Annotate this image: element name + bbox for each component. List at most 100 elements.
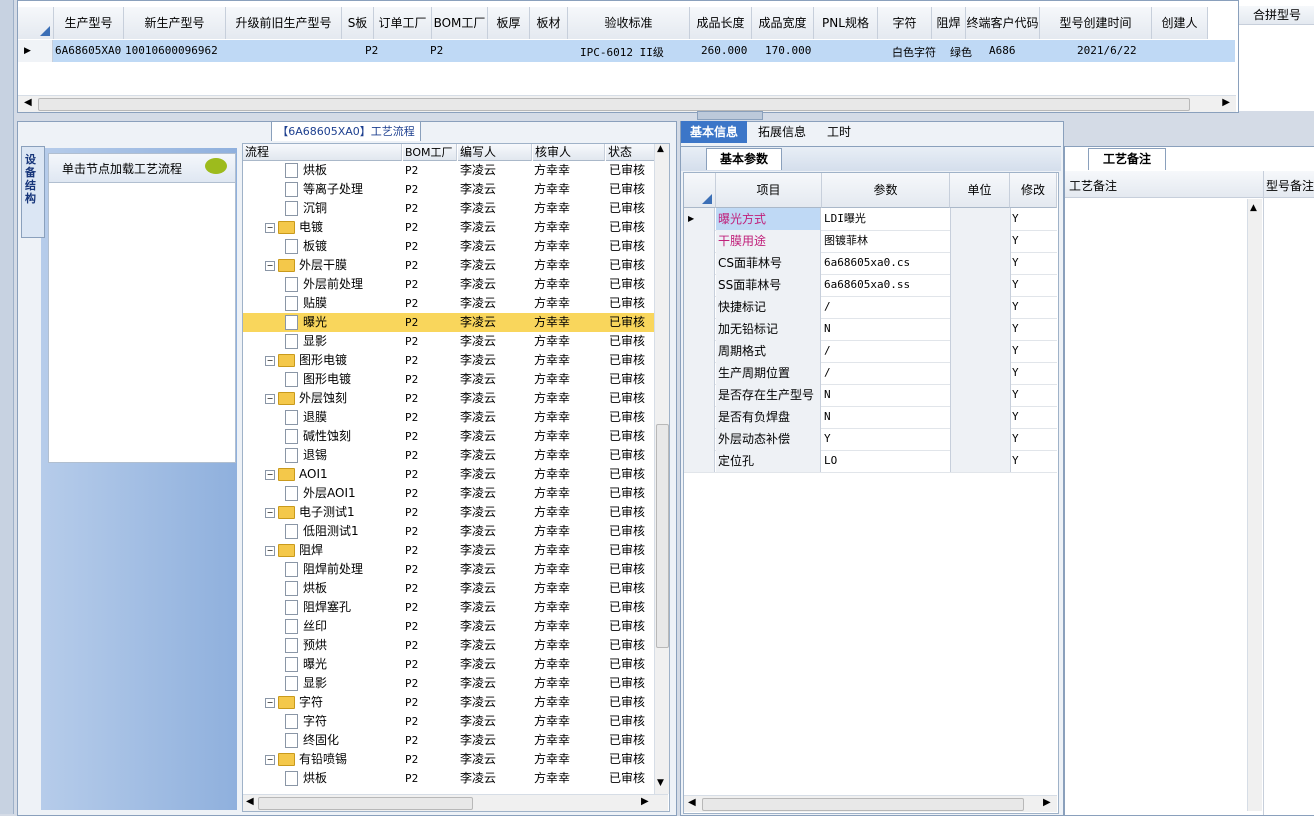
tree-node[interactable]: 外层前处理 P2 李凌云 方幸幸 已审核: [243, 275, 655, 294]
tree-node[interactable]: 字符 P2 李凌云 方幸幸 已审核: [243, 712, 655, 731]
param-value[interactable]: LDI曝光: [824, 208, 948, 230]
param-value[interactable]: /: [824, 340, 948, 362]
tree-node[interactable]: − 阻焊 P2 李凌云 方幸幸 已审核: [243, 541, 655, 560]
tab-basic-info[interactable]: 基本信息: [681, 121, 747, 143]
scroll-left-icon[interactable]: ◀: [246, 796, 254, 807]
tab-equipment-structure[interactable]: 设备结构: [21, 146, 45, 238]
column-header[interactable]: 成品宽度: [752, 7, 814, 39]
param-value[interactable]: N: [824, 406, 948, 428]
params-column-header[interactable]: 单位: [950, 173, 1010, 208]
tab-work-hours[interactable]: 工时: [818, 121, 860, 143]
tree-column-header[interactable]: 核审人: [533, 144, 605, 161]
collapse-icon[interactable]: −: [265, 754, 275, 765]
params-column-header[interactable]: 参数: [822, 173, 950, 208]
column-header[interactable]: 型号创建时间: [1040, 7, 1152, 39]
table-row[interactable]: 6A68605XA0 10010600096962 P2 P2 IPC-6012…: [53, 40, 1235, 62]
tree-node[interactable]: 贴膜 P2 李凌云 方幸幸 已审核: [243, 294, 655, 313]
tree-node[interactable]: 烘板 P2 李凌云 方幸幸 已审核: [243, 769, 655, 788]
params-column-header[interactable]: 修改: [1010, 173, 1057, 208]
param-row[interactable]: SS面菲林号 6a68605xa0.ss Y: [684, 274, 1057, 297]
scroll-right-icon[interactable]: ▶: [641, 796, 649, 807]
param-row[interactable]: 干膜用途 图镀菲林 Y: [684, 230, 1057, 253]
column-header[interactable]: 生产型号: [54, 7, 124, 39]
tree-node[interactable]: 显影 P2 李凌云 方幸幸 已审核: [243, 332, 655, 351]
tree-node[interactable]: 阻焊前处理 P2 李凌云 方幸幸 已审核: [243, 560, 655, 579]
tree-node[interactable]: 曝光 P2 李凌云 方幸幸 已审核: [243, 313, 655, 332]
column-header[interactable]: 订单工厂: [374, 7, 432, 39]
param-row[interactable]: CS面菲林号 6a68605xa0.cs Y: [684, 252, 1057, 275]
collapse-icon[interactable]: −: [265, 697, 275, 708]
collapse-icon[interactable]: −: [265, 507, 275, 518]
collapse-icon[interactable]: −: [265, 469, 275, 480]
column-header[interactable]: BOM工厂: [432, 7, 488, 39]
param-row[interactable]: 周期格式 / Y: [684, 340, 1057, 363]
tree-node[interactable]: 沉铜 P2 李凌云 方幸幸 已审核: [243, 199, 655, 218]
tree-node[interactable]: 退膜 P2 李凌云 方幸幸 已审核: [243, 408, 655, 427]
tree-node[interactable]: 烘板 P2 李凌云 方幸幸 已审核: [243, 161, 655, 180]
param-row[interactable]: 加无铅标记 N Y: [684, 318, 1057, 341]
column-header[interactable]: 创建人: [1152, 7, 1208, 39]
tree-node[interactable]: 图形电镀 P2 李凌云 方幸幸 已审核: [243, 370, 655, 389]
param-value[interactable]: Y: [824, 428, 948, 450]
tree-horizontal-scrollbar[interactable]: ◀ ▶: [243, 794, 668, 811]
column-header[interactable]: 板材: [530, 7, 568, 39]
param-row[interactable]: 定位孔 LO Y: [684, 450, 1057, 473]
grid-corner[interactable]: [18, 7, 54, 39]
param-value[interactable]: 6a68605xa0.ss: [824, 274, 948, 296]
tree-node[interactable]: − 电子测试1 P2 李凌云 方幸幸 已审核: [243, 503, 655, 522]
column-header[interactable]: S板: [342, 7, 374, 39]
collapse-icon[interactable]: −: [265, 355, 275, 366]
scroll-thumb[interactable]: [656, 424, 669, 648]
scroll-thumb[interactable]: [702, 798, 1024, 811]
chat-bubble-icon[interactable]: [205, 158, 227, 174]
column-header[interactable]: 终端客户代码: [966, 7, 1040, 39]
tree-node[interactable]: − 外层干膜 P2 李凌云 方幸幸 已审核: [243, 256, 655, 275]
param-value[interactable]: LO: [824, 450, 948, 472]
tree-node[interactable]: 外层AOI1 P2 李凌云 方幸幸 已审核: [243, 484, 655, 503]
top-horizontal-scrollbar[interactable]: ◀ ▶: [18, 95, 1236, 112]
scroll-up-icon[interactable]: ▲: [1250, 203, 1257, 213]
collapse-icon[interactable]: −: [265, 545, 275, 556]
param-row[interactable]: 是否有负焊盘 N Y: [684, 406, 1057, 429]
param-value[interactable]: /: [824, 362, 948, 384]
param-value[interactable]: 图镀菲林: [824, 230, 948, 252]
params-column-header[interactable]: 项目: [716, 173, 822, 208]
tree-column-header[interactable]: 流程: [243, 144, 402, 161]
tree-node[interactable]: − 外层蚀刻 P2 李凌云 方幸幸 已审核: [243, 389, 655, 408]
param-value[interactable]: N: [824, 384, 948, 406]
tree-node[interactable]: − 有铅喷锡 P2 李凌云 方幸幸 已审核: [243, 750, 655, 769]
tree-node[interactable]: − 电镀 P2 李凌云 方幸幸 已审核: [243, 218, 655, 237]
param-row[interactable]: 快捷标记 / Y: [684, 296, 1057, 319]
column-header[interactable]: 成品长度: [690, 7, 752, 39]
tree-node[interactable]: 预烘 P2 李凌云 方幸幸 已审核: [243, 636, 655, 655]
param-row[interactable]: 是否存在生产型号 N Y: [684, 384, 1057, 407]
scroll-right-icon[interactable]: ▶: [1043, 797, 1051, 808]
scroll-thumb[interactable]: [38, 98, 1190, 111]
param-row[interactable]: 外层动态补偿 Y Y: [684, 428, 1057, 451]
param-value[interactable]: 6a68605xa0.cs: [824, 252, 948, 274]
remarks-vertical-scrollbar[interactable]: ▲: [1247, 199, 1262, 811]
scroll-down-icon[interactable]: ▼: [657, 778, 664, 788]
params-corner[interactable]: [684, 173, 716, 208]
param-row[interactable]: ▶ 曝光方式 LDI曝光 Y: [684, 208, 1057, 231]
tree-node[interactable]: 丝印 P2 李凌云 方幸幸 已审核: [243, 617, 655, 636]
param-value[interactable]: N: [824, 318, 948, 340]
tree-node[interactable]: 板镀 P2 李凌云 方幸幸 已审核: [243, 237, 655, 256]
tree-node[interactable]: 曝光 P2 李凌云 方幸幸 已审核: [243, 655, 655, 674]
column-header[interactable]: 新生产型号: [124, 7, 226, 39]
tree-node[interactable]: − 字符 P2 李凌云 方幸幸 已审核: [243, 693, 655, 712]
tab-extended-info[interactable]: 拓展信息: [750, 121, 814, 143]
tree-node[interactable]: 低阻测试1 P2 李凌云 方幸幸 已审核: [243, 522, 655, 541]
tab-basic-params[interactable]: 基本参数: [706, 148, 782, 170]
column-header[interactable]: 验收标准: [568, 7, 690, 39]
tree-node[interactable]: 终固化 P2 李凌云 方幸幸 已审核: [243, 731, 655, 750]
column-header[interactable]: PNL规格: [814, 7, 878, 39]
column-header[interactable]: 升级前旧生产型号: [226, 7, 342, 39]
column-header[interactable]: 字符: [878, 7, 932, 39]
tree-node[interactable]: 烘板 P2 李凌云 方幸幸 已审核: [243, 579, 655, 598]
collapse-icon[interactable]: −: [265, 393, 275, 404]
scroll-up-icon[interactable]: ▲: [657, 144, 664, 154]
tree-node[interactable]: 等离子处理 P2 李凌云 方幸幸 已审核: [243, 180, 655, 199]
param-value[interactable]: /: [824, 296, 948, 318]
scroll-thumb[interactable]: [258, 797, 473, 810]
